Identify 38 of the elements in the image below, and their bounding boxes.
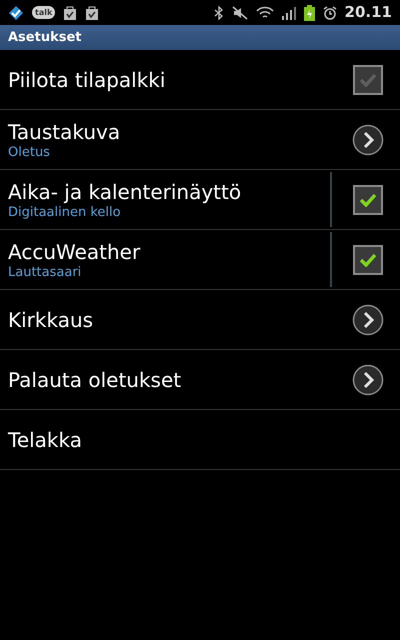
muted-speaker-icon	[232, 6, 248, 20]
checkmark-app-icon	[8, 4, 24, 20]
chevron-icon	[352, 124, 384, 156]
settings-item[interactable]: Taustakuva Oletus	[0, 110, 400, 170]
screen-title: Asetukset	[8, 28, 82, 47]
item-summary: Oletus	[8, 144, 51, 160]
shopping-bag-icon	[63, 4, 78, 20]
settings-item[interactable]: Piilota tilapalkki	[0, 50, 400, 110]
checkbox[interactable]	[353, 184, 383, 214]
chevron-icon	[352, 364, 384, 396]
wifi-icon	[256, 6, 274, 20]
item-label: Kirkkaus	[8, 306, 94, 332]
check-icon	[359, 192, 377, 206]
alarm-clock-icon	[322, 6, 337, 20]
check-icon	[359, 252, 377, 266]
item-summary: Digitaalinen kello	[8, 204, 122, 220]
item-label: Piilota tilapalkki	[8, 66, 166, 92]
settings-item[interactable]: Palauta oletukset	[0, 350, 400, 410]
item-label: Aika- ja kalenterinäyttö	[8, 178, 242, 204]
shopping-bag-icon	[85, 4, 100, 20]
item-summary: Lauttasaari	[8, 264, 82, 280]
item-label: AccuWeather	[8, 238, 142, 264]
settings-item[interactable]: Kirkkaus	[0, 290, 400, 350]
battery-charging-icon	[304, 4, 315, 20]
check-icon	[359, 72, 377, 86]
item-label: Palauta oletukset	[8, 366, 182, 392]
settings-item[interactable]: Aika- ja kalenterinäyttö Digitaalinen kello	[0, 170, 400, 230]
clock-time: 20.11	[344, 2, 392, 24]
chevron-icon	[352, 304, 384, 336]
item-label: Taustakuva	[8, 118, 122, 144]
item-label: Telakka	[8, 426, 84, 452]
signal-icon	[282, 6, 296, 20]
checkbox[interactable]	[353, 244, 383, 274]
checkbox[interactable]	[353, 64, 383, 94]
bluetooth-icon	[214, 6, 224, 20]
chat-bubble-icon: talk	[32, 6, 56, 19]
settings-item[interactable]: AccuWeather Lauttasaari	[0, 230, 400, 290]
settings-item[interactable]: Telakka	[0, 410, 400, 470]
